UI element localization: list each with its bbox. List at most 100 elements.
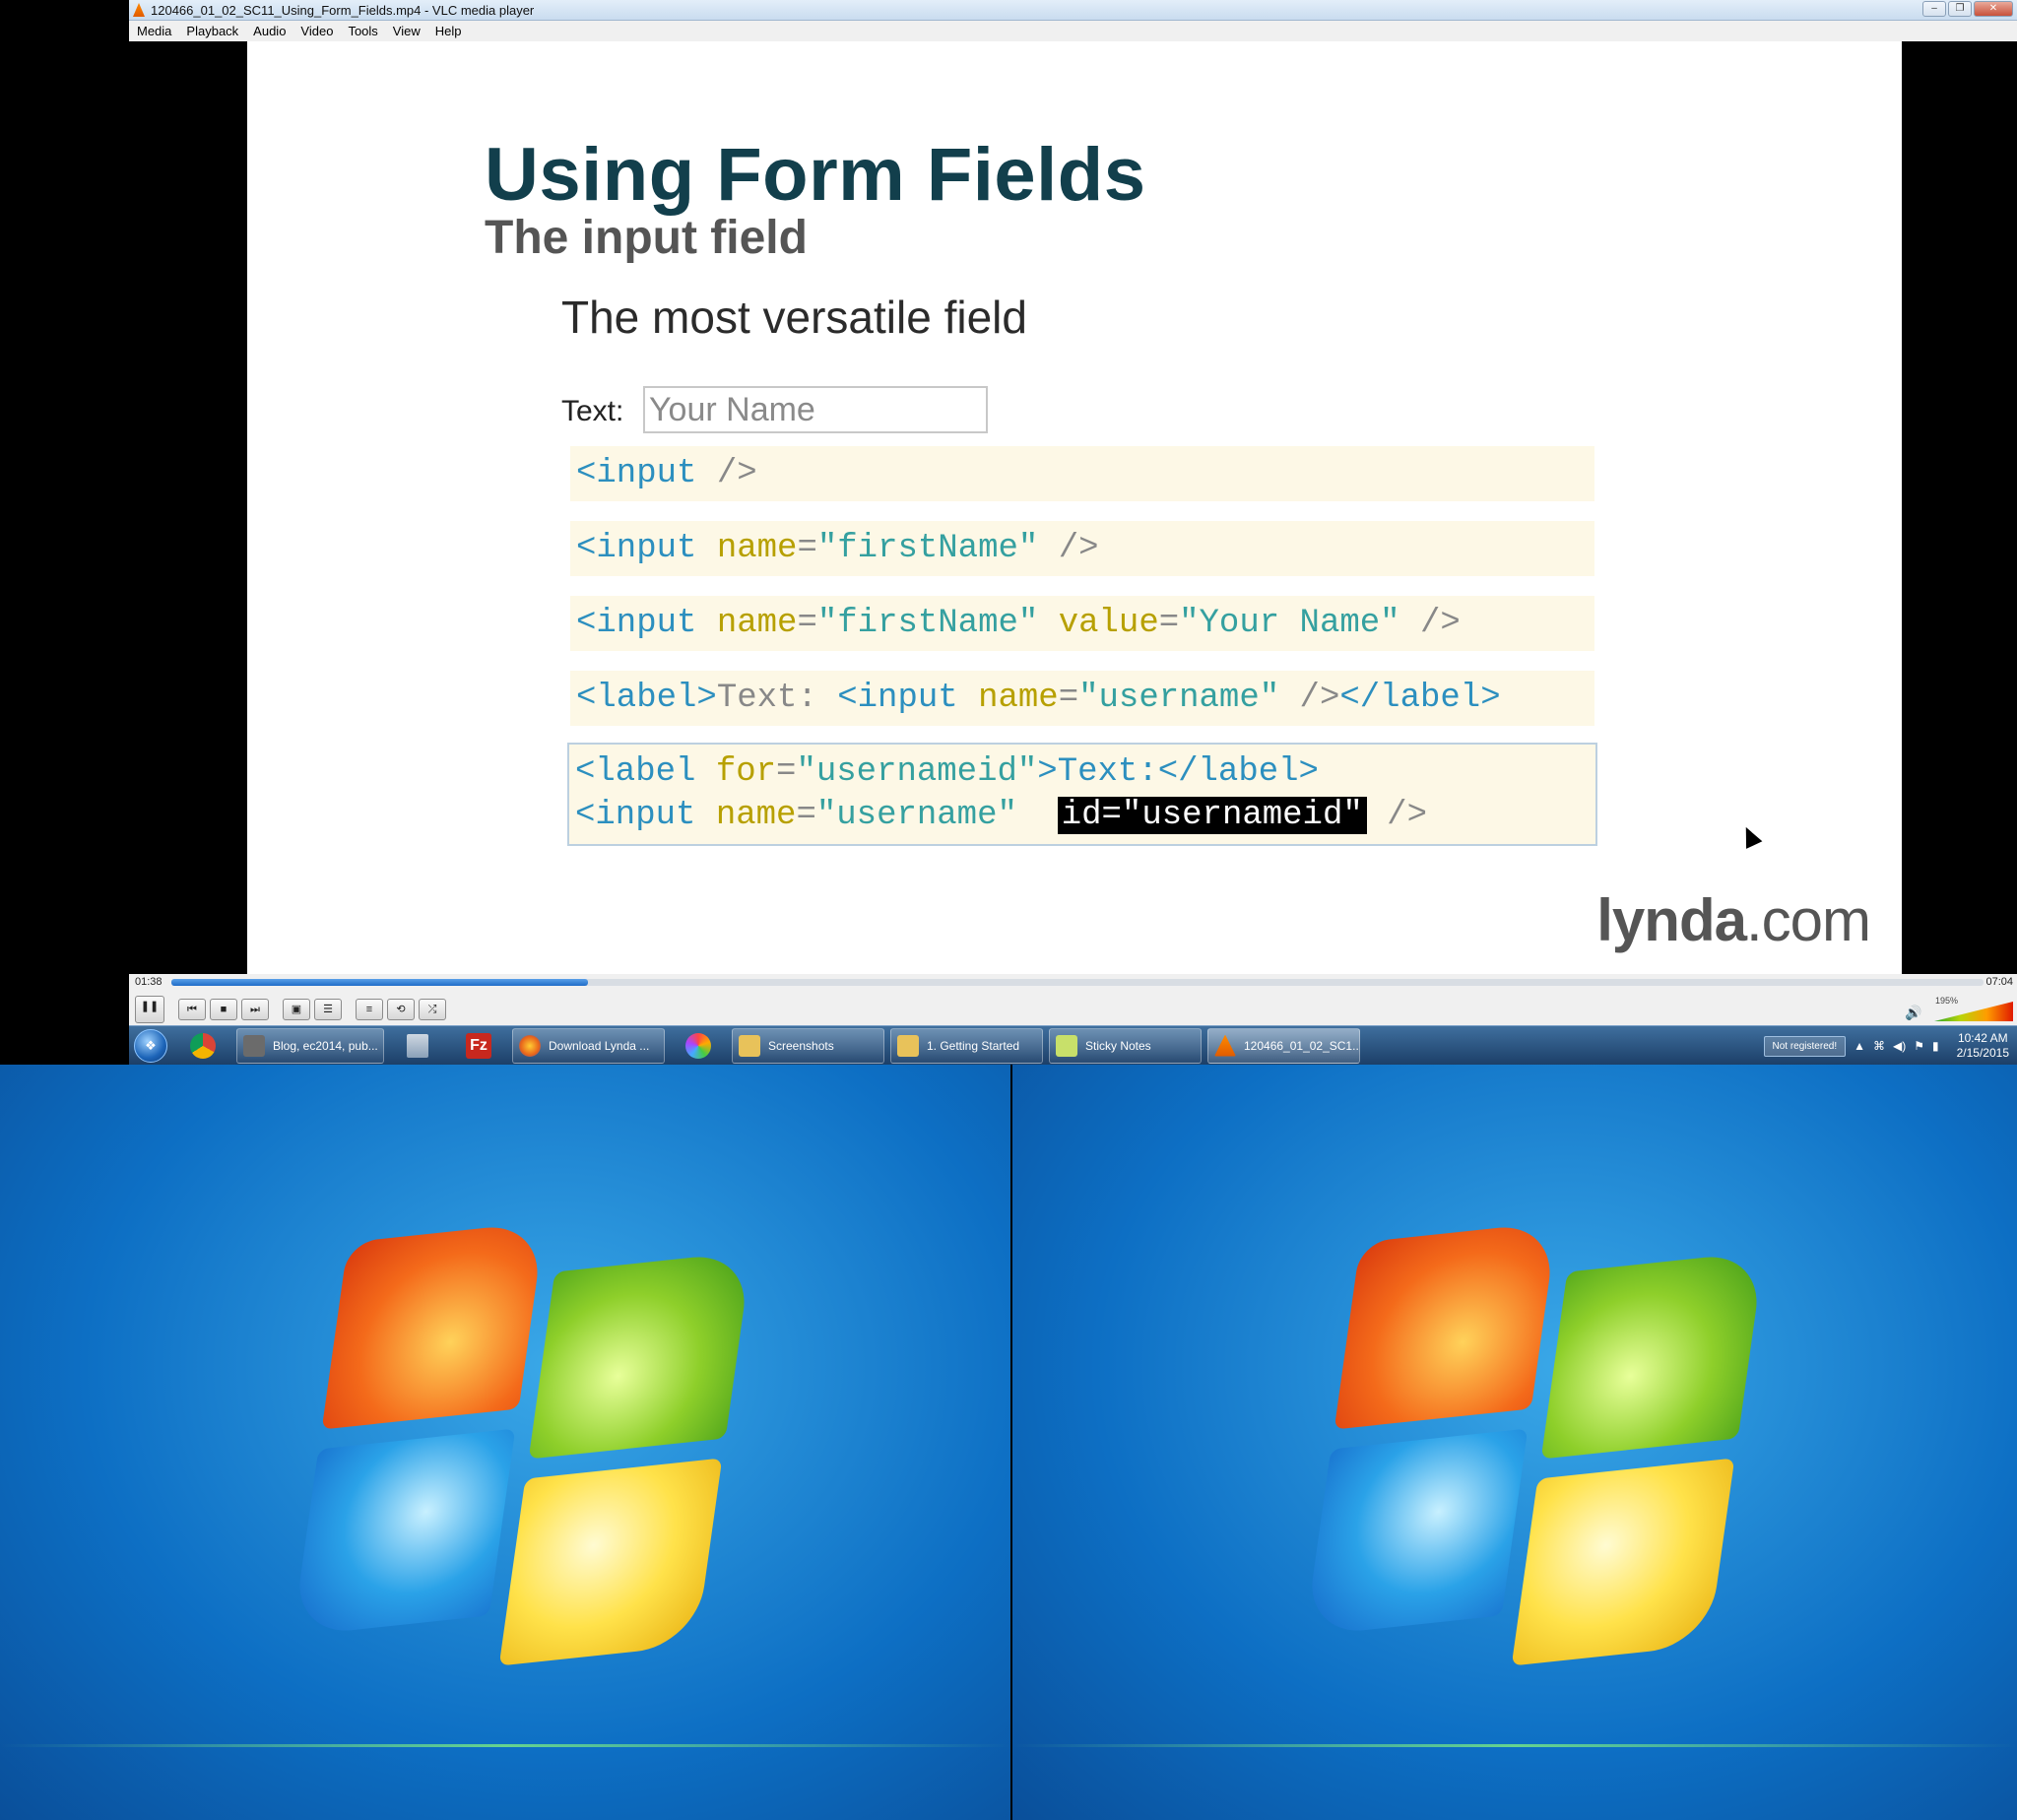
- pause-button[interactable]: ❚❚: [135, 996, 164, 1023]
- taskbar-item-sticky-notes[interactable]: Sticky Notes: [1049, 1027, 1202, 1064]
- fullscreen-button[interactable]: ▣: [283, 999, 310, 1020]
- taskbar-item-sublime[interactable]: Blog, ec2014, pub...: [236, 1027, 384, 1064]
- windows-logo-icon: [292, 1221, 752, 1666]
- code-eq: =: [796, 797, 816, 834]
- not-registered-badge[interactable]: Not registered!: [1763, 1035, 1847, 1057]
- loop-button[interactable]: ⟲: [387, 999, 415, 1020]
- media-library-icon[interactable]: [390, 1028, 445, 1064]
- slide-subtitle: The input field: [485, 212, 808, 264]
- code-attr: name: [696, 605, 798, 642]
- code-tag: <label>: [576, 680, 717, 717]
- shuffle-button[interactable]: ⤮: [419, 999, 446, 1020]
- menu-playback[interactable]: Playback: [186, 24, 238, 38]
- code-tag: <input: [576, 605, 697, 642]
- clock-time: 10:42 AM: [1957, 1031, 2008, 1045]
- windows-logo-icon: [1304, 1221, 1765, 1666]
- code-eq: =: [797, 605, 817, 642]
- desktop-wallpaper-left[interactable]: [0, 1065, 1010, 1820]
- signal-icon[interactable]: ▮: [1932, 1039, 1939, 1053]
- window-controls: ‒ ❐ ✕: [1922, 1, 2013, 17]
- taskbar-item-firefox[interactable]: Download Lynda ...: [512, 1027, 665, 1064]
- code-line-5a: <label for="usernameid">Text:</label>: [575, 750, 1595, 794]
- player-controls: ❚❚ ⏮ ■ ⏭ ▣ ☰ ≡ ⟲ ⤮ 🔊 195%: [129, 990, 2017, 1029]
- firefox-icon: [519, 1034, 541, 1057]
- menu-view[interactable]: View: [393, 24, 421, 38]
- menu-tools[interactable]: Tools: [348, 24, 377, 38]
- windows-orb-icon: ❖: [134, 1028, 167, 1063]
- code-eq: =: [797, 530, 817, 567]
- next-button[interactable]: ⏭: [241, 999, 269, 1020]
- seek-progress: [171, 979, 589, 986]
- code-eq: =: [1158, 605, 1180, 642]
- code-attr: name: [695, 797, 797, 834]
- menu-help[interactable]: Help: [435, 24, 462, 38]
- folder-icon: [739, 1034, 760, 1057]
- window-titlebar: 120466_01_02_SC11_Using_Form_Fields.mp4 …: [129, 0, 2017, 21]
- mouse-cursor-icon: [1737, 823, 1763, 849]
- taskbar-label: Download Lynda ...: [549, 1038, 650, 1053]
- show-hidden-icons-icon[interactable]: ▲: [1854, 1039, 1865, 1053]
- windows-taskbar: ❖ Blog, ec2014, pub... Fz Download Lynda…: [129, 1025, 2017, 1065]
- code-attr: name: [957, 680, 1059, 717]
- slide-heading: The most versatile field: [561, 292, 1027, 343]
- volume-tray-icon[interactable]: ◀): [1893, 1039, 1906, 1053]
- lynda-logo: lynda.com: [1596, 886, 1871, 954]
- code-value: "firstName": [816, 605, 1039, 642]
- extended-settings-button[interactable]: ☰: [314, 999, 342, 1020]
- slide-title: Using Form Fields: [485, 133, 1146, 217]
- total-time: 07:04: [1985, 976, 2013, 988]
- seek-slider[interactable]: [171, 979, 1984, 986]
- code-eq: =: [776, 753, 797, 791]
- code-tag: <input: [576, 455, 697, 492]
- slide-text-label: Text:: [561, 395, 624, 427]
- taskbar-item-vlc[interactable]: 120466_01_02_SC1...: [1207, 1027, 1360, 1064]
- code-text: Text:: [716, 680, 838, 717]
- code-value: "username": [815, 797, 1017, 834]
- volume-control[interactable]: 🔊 195%: [1905, 996, 2013, 1023]
- sublime-icon: [243, 1034, 265, 1057]
- code-value: "firstName": [816, 530, 1039, 567]
- code-tag: <input: [575, 797, 696, 834]
- taskbar-label: Blog, ec2014, pub...: [273, 1038, 378, 1053]
- sticky-notes-icon: [1056, 1034, 1077, 1057]
- slide: Using Form Fields The input field The mo…: [247, 41, 1902, 974]
- stop-button[interactable]: ■: [210, 999, 237, 1020]
- slide-sample-input: Your Name: [643, 386, 988, 433]
- menu-video[interactable]: Video: [300, 24, 333, 38]
- taskbar-label: Screenshots: [768, 1038, 834, 1053]
- code-end: />: [1279, 680, 1340, 717]
- menu-media[interactable]: Media: [137, 24, 171, 38]
- playlist-button[interactable]: ≡: [356, 999, 383, 1020]
- close-button[interactable]: ✕: [1974, 1, 2013, 17]
- video-area[interactable]: Using Form Fields The input field The mo…: [129, 41, 2017, 974]
- current-time: 01:38: [135, 976, 163, 988]
- taskbar-label: 1. Getting Started: [927, 1038, 1020, 1053]
- action-center-icon[interactable]: ⚑: [1914, 1039, 1924, 1053]
- code-attr: for: [695, 753, 777, 791]
- taskbar-item-screenshots[interactable]: Screenshots: [732, 1027, 884, 1064]
- restore-button[interactable]: ❐: [1948, 1, 1972, 17]
- speaker-icon[interactable]: 🔊: [1905, 1005, 1921, 1021]
- system-clock[interactable]: 10:42 AM 2/15/2015: [1957, 1031, 2009, 1061]
- start-button[interactable]: ❖: [129, 1026, 172, 1066]
- code-end: />: [1399, 605, 1461, 642]
- photos-pinwheel-icon[interactable]: [671, 1028, 726, 1064]
- code-end: />: [1366, 797, 1427, 834]
- chrome-icon[interactable]: [175, 1028, 230, 1064]
- desktop-wallpaper-right[interactable]: [1012, 1065, 2017, 1820]
- filezilla-icon[interactable]: Fz: [451, 1028, 506, 1064]
- code-tag: </label>: [1339, 680, 1501, 717]
- network-icon[interactable]: ⌘: [1873, 1039, 1885, 1053]
- system-tray: Not registered! ▲ ⌘ ◀) ⚑ ▮ 10:42 AM 2/15…: [1763, 1026, 2017, 1066]
- code-value: "Your Name": [1179, 605, 1400, 642]
- window-title: 120466_01_02_SC11_Using_Form_Fields.mp4 …: [151, 2, 535, 18]
- taskbar-item-getting-started[interactable]: 1. Getting Started: [890, 1027, 1043, 1064]
- logo-main: lynda: [1596, 887, 1747, 953]
- minimize-button[interactable]: ‒: [1922, 1, 1946, 17]
- seek-bar: 01:38 07:04: [129, 974, 2017, 990]
- previous-button[interactable]: ⏮: [178, 999, 206, 1020]
- code-block-5: <label for="usernameid">Text:</label> <in…: [567, 743, 1597, 846]
- code-tag: <input: [576, 530, 697, 567]
- code-tag: >Text:</label>: [1037, 753, 1319, 791]
- menu-audio[interactable]: Audio: [253, 24, 286, 38]
